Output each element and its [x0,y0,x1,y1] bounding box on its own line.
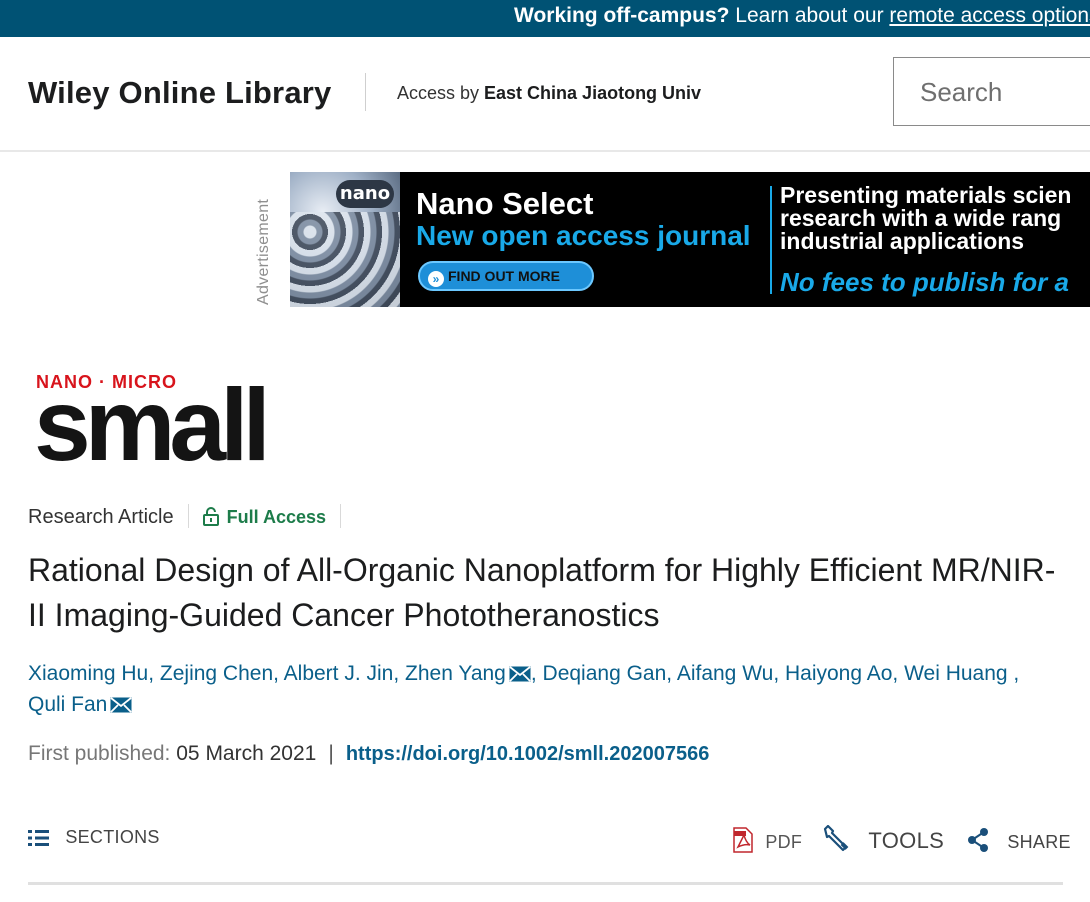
ad-divider [770,186,772,294]
search-input[interactable] [918,61,1090,123]
meta-divider [340,504,342,528]
ad-title: Nano Select [416,186,594,221]
author-list: Xiaoming Hu, Zejing Chen, Albert J. Jin,… [28,658,1068,720]
remote-access-link[interactable]: remote access options [889,4,1090,27]
author-separator: , [273,662,284,685]
email-icon[interactable] [110,697,133,713]
author-link[interactable]: Wei Huang [904,662,1008,685]
wrench-icon [823,824,849,852]
article-meta: Research Article Full Access [28,504,355,529]
tools-button[interactable]: TOOLS [822,824,945,854]
ad-tagline: No fees to publish for a [780,267,1069,297]
journal-logo-word: small [34,368,271,482]
advertisement-label: Advertisement [255,198,272,305]
banner-plain-text: Learn about our [729,4,890,27]
first-published-date: 05 March 2021 [176,742,317,765]
wiley-logo[interactable]: Wiley Online Library [28,75,331,111]
full-access-label: Full Access [226,507,327,527]
first-published-label: First published: [28,742,171,765]
pdf-icon [733,827,753,853]
ad-nano-badge: nano [336,180,394,208]
banner-bold-text: Working off-campus? [514,4,730,27]
full-access-badge: Full Access [202,507,327,527]
share-button[interactable]: SHARE [966,827,1071,853]
meta-divider [187,504,189,528]
ad-subtitle: New open access journal [416,220,751,251]
ad-description: Presenting materials scien research with… [780,184,1071,253]
author-link[interactable]: Haiyong Ao [785,662,892,685]
article-type: Research Article [28,506,174,528]
chevron-right-icon: » [428,271,444,287]
share-icon [968,828,988,852]
pdf-label: PDF [765,832,803,852]
author-separator: , [892,662,905,685]
article-title: Rational Design of All-Organic Nanoplatf… [28,552,1056,633]
author-separator: , [148,662,160,685]
sections-button[interactable]: SECTIONS [28,827,160,848]
author-separator: , [773,662,785,685]
tools-label: TOOLS [868,828,945,853]
unlock-icon [202,507,219,526]
header-divider [365,73,366,111]
pub-separator: | [328,742,334,765]
author-separator: , [393,662,406,685]
author-link[interactable]: Deqiang Gan [543,662,667,685]
ad-button-label: FIND OUT MORE [448,268,560,284]
pdf-button[interactable]: PDF [732,827,802,853]
site-header: Wiley Online Library Access by East China… [0,37,1090,152]
author-separator: , [666,662,677,685]
doi-link[interactable]: https://doi.org/10.1002/smll.202007566 [346,743,710,765]
share-label: SHARE [1007,832,1071,852]
list-icon [28,830,49,846]
author-separator: , [1007,662,1020,685]
ad-description-line: Presenting materials scien [780,182,1072,208]
ad-cover-image: nano [290,172,400,307]
author-link[interactable]: Aifang Wu [677,662,774,685]
search-box[interactable] [893,57,1090,126]
remote-access-banner: Working off-campus? Learn about our remo… [0,0,1090,37]
ad-description-line: research with a wide rang [780,205,1062,231]
ad-description-line: industrial applications [780,228,1025,254]
small-journal-logo[interactable]: NANO · MICRO small [34,358,271,476]
article-toolbar: SECTIONS PDF TOOLS SHARE [28,822,1071,885]
author-link[interactable]: Zhen Yang [405,662,506,685]
author-link[interactable]: Quli Fan [28,693,107,716]
ad-find-out-more-button[interactable]: » FIND OUT MORE [418,261,594,291]
access-label: Access by [397,83,480,103]
author-link[interactable]: Zejing Chen [160,662,273,685]
sections-label: SECTIONS [65,827,160,847]
author-separator: , [530,662,543,685]
author-link[interactable]: Xiaoming Hu [28,662,148,685]
publication-info: First published: 05 March 2021 | https://d… [28,742,709,766]
banner-text: Working off-campus? Learn about our remo… [514,4,1090,28]
ad-cover-pattern [290,212,400,307]
email-icon[interactable] [509,666,531,682]
institution-access: Access by East China Jiaotong Univ [397,83,701,104]
nano-select-ad[interactable]: nano Nano Select New open access journal… [290,172,1090,307]
institution-name: East China Jiaotong Univ [484,83,702,103]
author-link[interactable]: Albert J. Jin [284,662,394,685]
